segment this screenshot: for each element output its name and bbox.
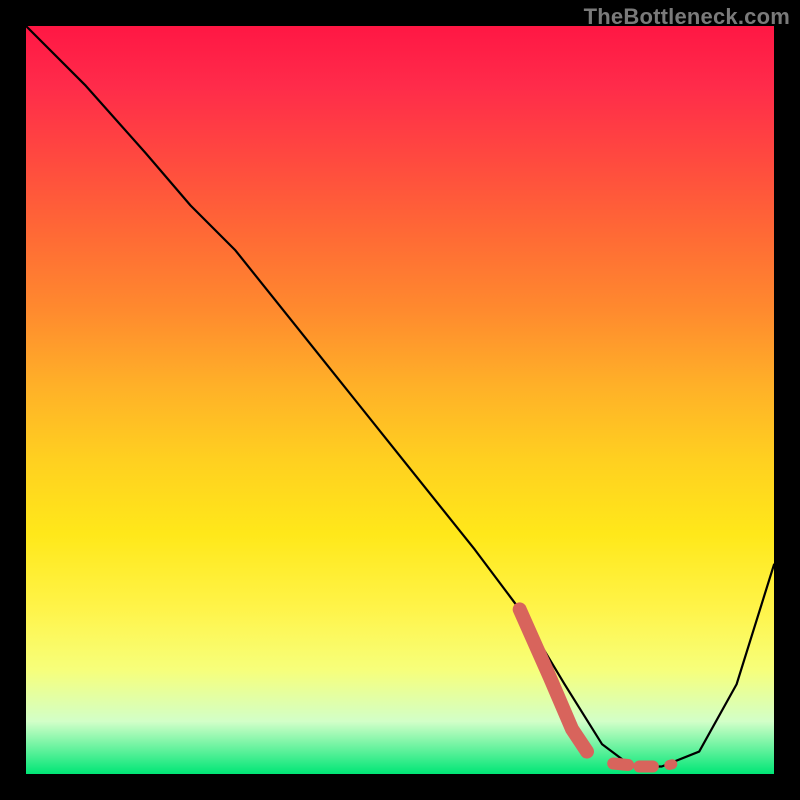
plot-area [26, 26, 774, 774]
series-salmon-thick-segment [520, 609, 587, 751]
series-main-curve [26, 26, 774, 767]
series-group [26, 26, 774, 767]
chart-frame: TheBottleneck.com [0, 0, 800, 800]
series-salmon-dash-point-a [613, 764, 628, 765]
chart-svg [26, 26, 774, 774]
series-salmon-dash-point-c [669, 764, 672, 765]
watermark-text: TheBottleneck.com [584, 4, 790, 30]
